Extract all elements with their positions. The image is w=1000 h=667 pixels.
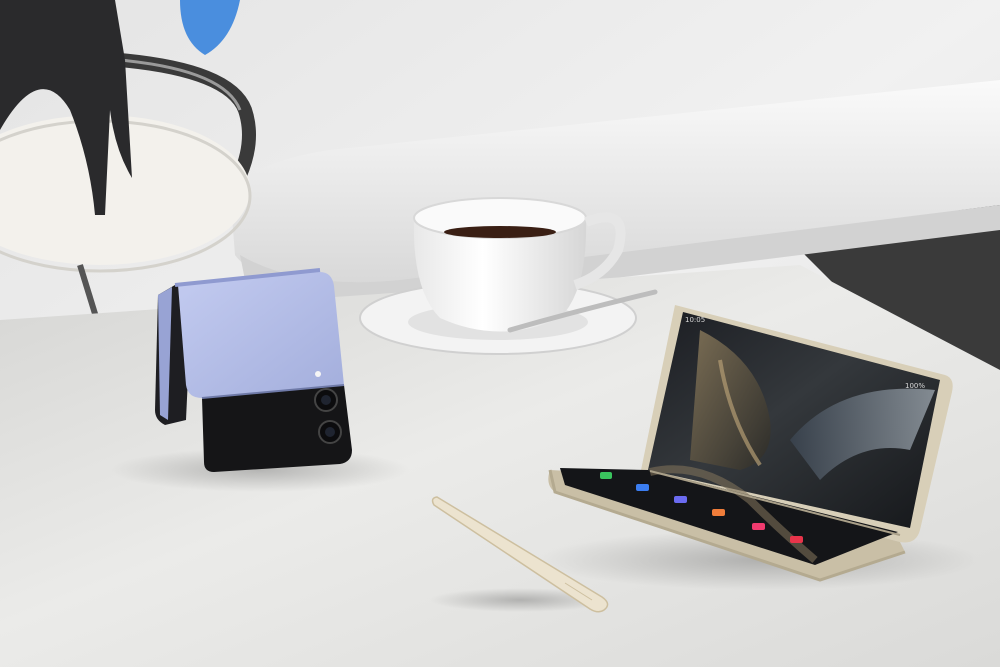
app-icon-gallery[interactable] [752,523,765,530]
app-icon-internet[interactable] [712,509,725,516]
status-battery: 100% [905,382,925,390]
app-icon-messages[interactable] [636,484,649,491]
app-icon-camera[interactable] [790,536,803,543]
app-icon-chat[interactable] [674,496,687,503]
status-time: 10:05 [685,316,705,324]
app-icon-phone[interactable] [600,472,612,479]
photo-scene: 10:05 100% [0,0,1000,667]
